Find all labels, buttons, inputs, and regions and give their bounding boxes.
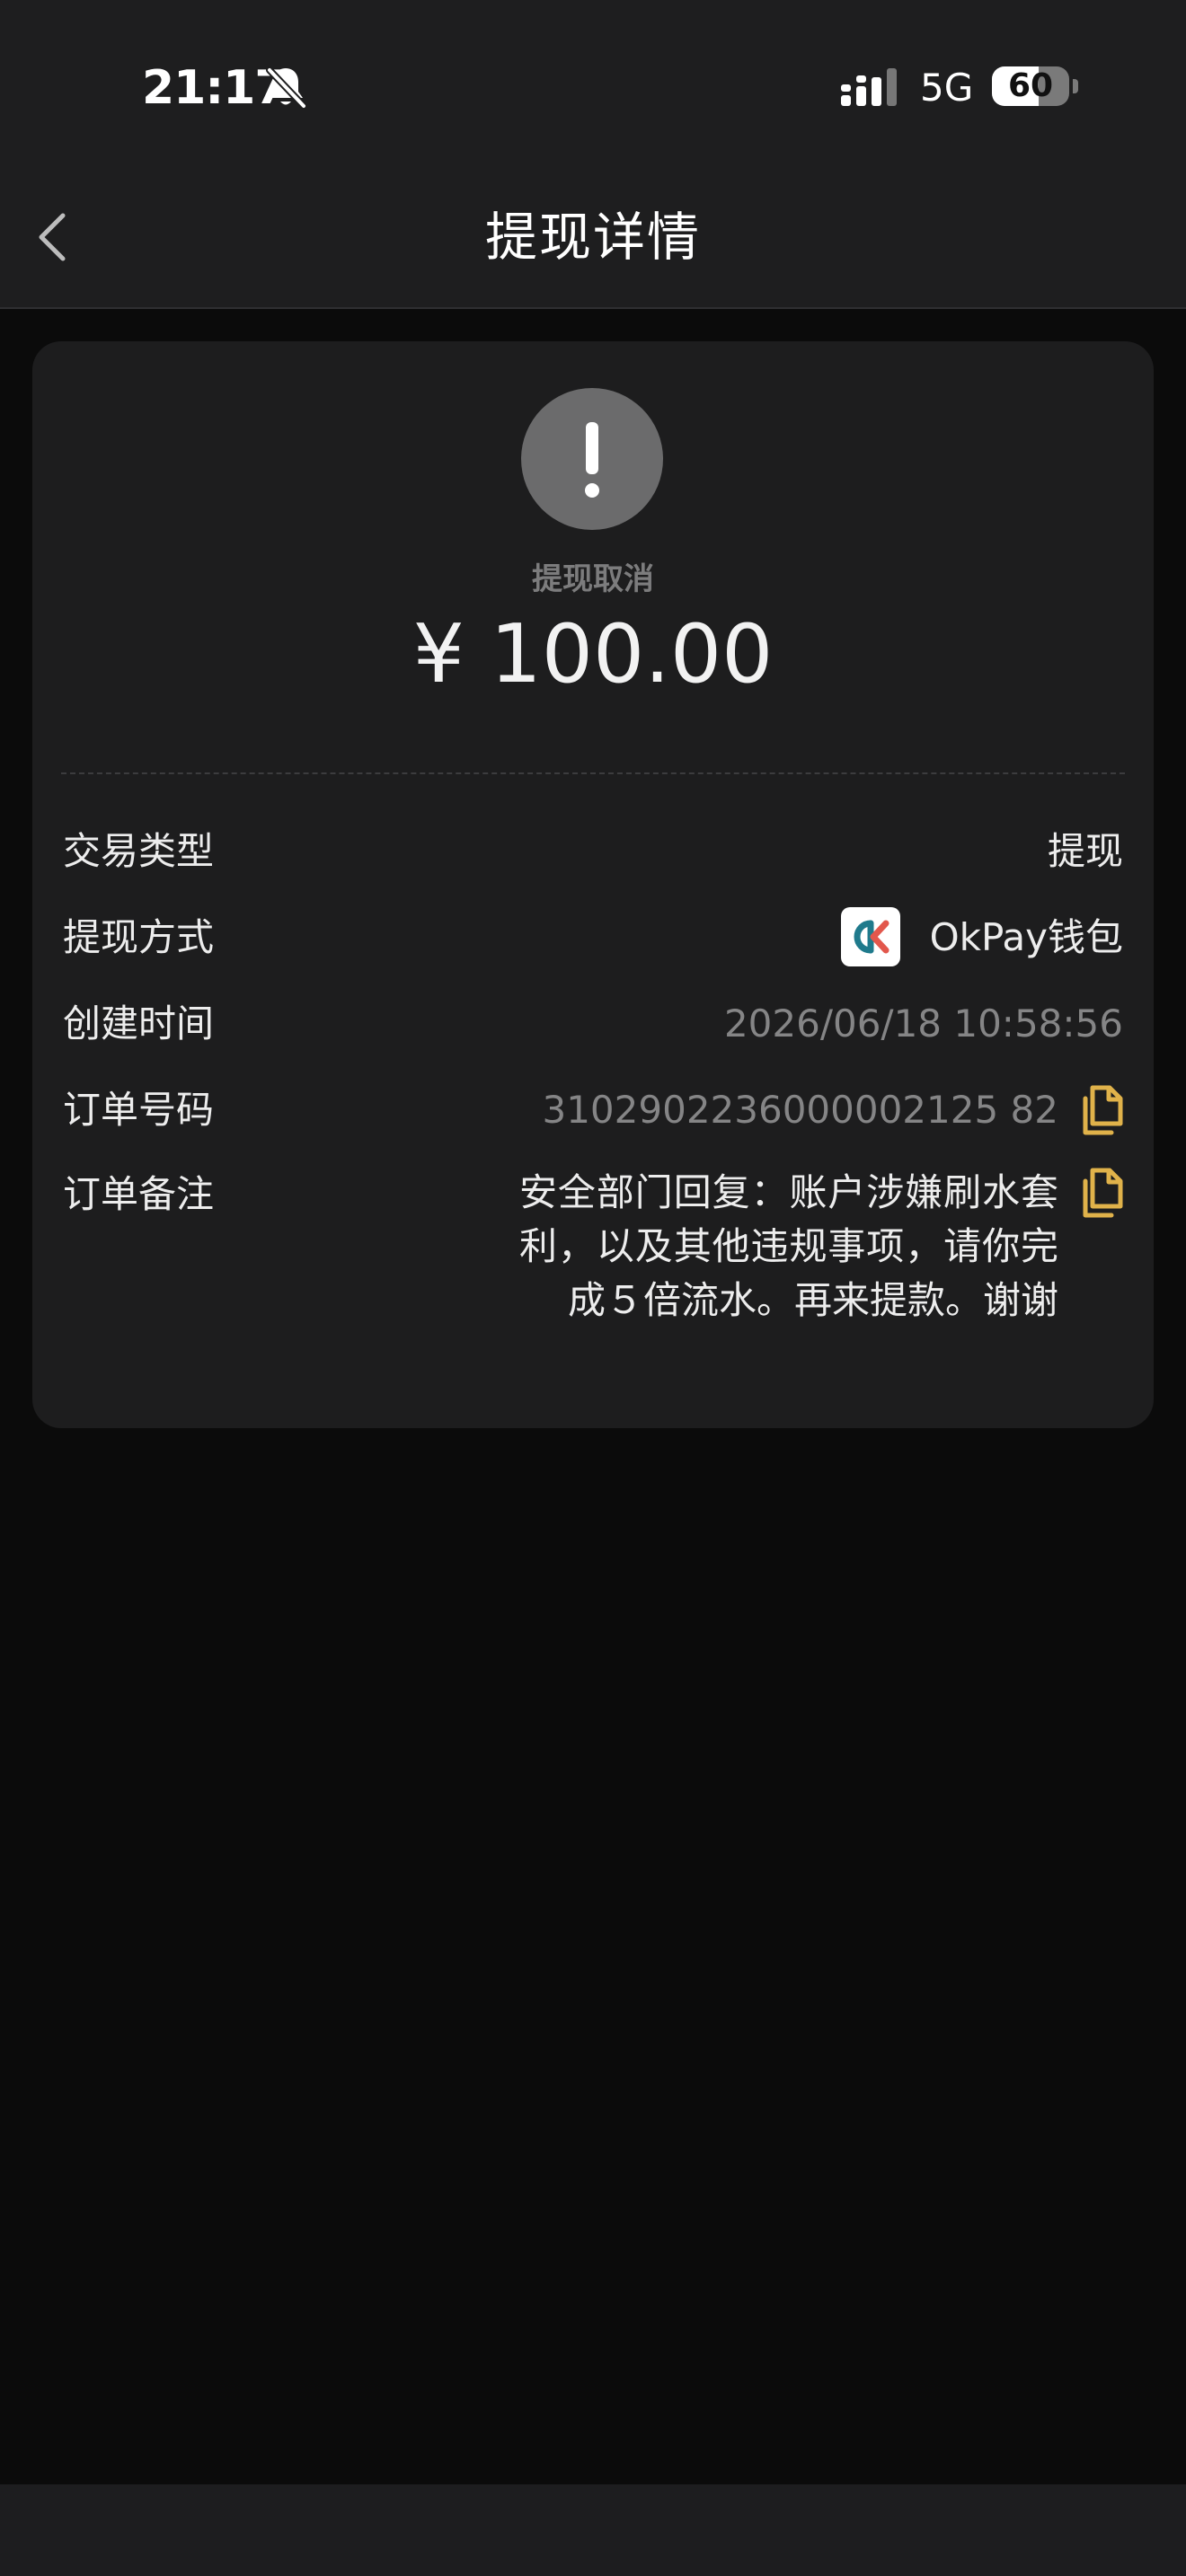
network-label: 5G	[920, 66, 974, 110]
order-number-label: 订单号码	[63, 1088, 215, 1132]
row-order-remark: 订单备注 安全部门回复：账户涉嫌刷水套利，以及其他违规事项，请你完成５倍流水。再…	[63, 1159, 1123, 1374]
created-time-label: 创建时间	[63, 1001, 215, 1045]
back-button[interactable]	[27, 203, 81, 271]
top-area: 21:17 5G 60 提现详情	[0, 0, 1186, 309]
alert-icon	[521, 388, 663, 530]
copy-icon[interactable]	[1078, 1085, 1123, 1135]
row-order-number: 订单号码 3102902236000002125 82	[63, 1074, 1123, 1146]
battery-indicator: 60	[992, 66, 1078, 106]
order-remark-label: 订单备注	[63, 1172, 215, 1216]
back-chevron-icon	[39, 213, 66, 261]
divider	[61, 772, 1125, 774]
withdrawal-detail-card: 提现取消 ¥ 100.00 交易类型 提现 提现方式 OkPay钱包 创建时间 …	[32, 341, 1154, 1428]
signal-icon	[841, 68, 897, 106]
okpay-logo	[841, 907, 900, 966]
withdraw-method-value: OkPay钱包	[929, 915, 1123, 959]
copy-icon[interactable]	[1078, 1168, 1123, 1218]
order-remark-value: 安全部门回复：账户涉嫌刷水套利，以及其他违规事项，请你完成５倍流水。再来提款。谢…	[519, 1170, 1058, 1322]
row-created-time: 创建时间 2026/06/18 10:58:56	[63, 988, 1123, 1060]
battery-level: 60	[1007, 67, 1054, 104]
page-title: 提现详情	[484, 207, 701, 268]
created-time-value: 2026/06/18 10:58:56	[723, 1001, 1123, 1045]
withdraw-method-label: 提现方式	[63, 915, 215, 959]
amount: ¥ 100.00	[412, 607, 774, 701]
transaction-type-value: 提现	[1047, 829, 1123, 873]
transaction-type-label: 交易类型	[63, 829, 215, 873]
row-transaction-type: 交易类型 提现	[63, 816, 1123, 887]
order-number-value: 3102902236000002125 82	[542, 1088, 1058, 1132]
bottom-bar	[0, 2484, 1186, 2576]
bell-off-icon	[266, 66, 307, 110]
row-withdraw-method: 提现方式 OkPay钱包	[63, 902, 1123, 974]
status-label: 提现取消	[532, 561, 654, 597]
